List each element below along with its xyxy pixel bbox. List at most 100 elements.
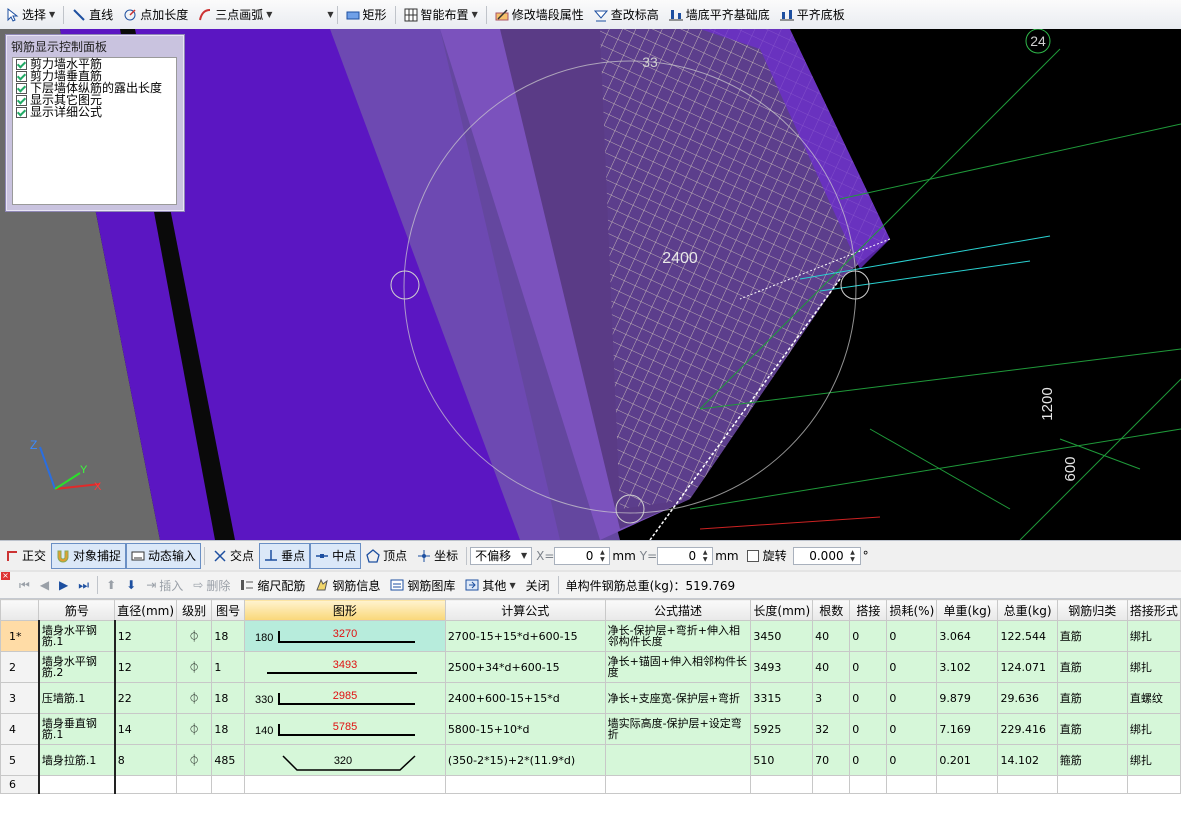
empty-cell[interactable] xyxy=(812,775,851,794)
shape-cell[interactable]: 330 2985 xyxy=(243,682,446,714)
length-cell[interactable]: 3493 xyxy=(750,651,814,683)
ortho-button[interactable]: 正交 xyxy=(0,543,51,569)
col-header[interactable]: 公式描述 xyxy=(604,599,752,621)
category-cell[interactable]: 直筋 xyxy=(1056,620,1128,652)
empty-cell[interactable] xyxy=(1056,775,1128,794)
unit-weight-cell[interactable]: 7.169 xyxy=(936,713,999,745)
description-cell[interactable]: 净长-保护层+弯折+伸入相邻构件长度 xyxy=(604,620,752,652)
col-header[interactable]: 搭接形式 xyxy=(1126,599,1181,621)
modify-wall-attr-button[interactable]: 修改墙段属性 xyxy=(490,2,589,28)
description-cell[interactable]: 净长+锚固+伸入相邻构件长度 xyxy=(604,651,752,683)
empty-cell[interactable] xyxy=(997,775,1058,794)
count-cell[interactable]: 40 xyxy=(812,620,851,652)
close-icon[interactable]: × xyxy=(1,572,10,580)
shape-cell[interactable]: 320 xyxy=(243,744,446,776)
row-number[interactable]: 1* xyxy=(0,620,40,652)
col-header[interactable]: 直径(mm) xyxy=(114,599,178,621)
category-cell[interactable]: 直筋 xyxy=(1056,651,1128,683)
rotate-checkbox[interactable] xyxy=(746,549,759,562)
shape-cell[interactable]: 140 5785 xyxy=(243,713,446,745)
count-cell[interactable]: 3 xyxy=(812,682,851,714)
diameter-cell[interactable]: 12 xyxy=(114,620,178,652)
figure-no-cell[interactable]: 18 xyxy=(211,620,245,652)
next-record-button[interactable]: ▶ xyxy=(54,572,73,598)
diameter-cell[interactable]: 14 xyxy=(114,713,178,745)
move-down-button[interactable]: ⬇ xyxy=(121,572,141,598)
move-up-button[interactable]: ⬆ xyxy=(101,572,121,598)
last-record-button[interactable]: ⏭ xyxy=(73,572,94,598)
bar-name-cell[interactable]: 墙身垂直钢筋.1 xyxy=(38,713,116,745)
row-number[interactable]: 3 xyxy=(0,682,40,714)
diameter-cell[interactable]: 12 xyxy=(114,651,178,683)
figure-no-cell[interactable]: 485 xyxy=(211,744,245,776)
col-header[interactable]: 总重(kg) xyxy=(997,599,1058,621)
empty-cell[interactable] xyxy=(936,775,999,794)
other-menu-button[interactable]: 其他 ▼ xyxy=(460,572,520,598)
col-header-shape[interactable]: 图形 xyxy=(243,599,446,621)
figure-no-cell[interactable]: 18 xyxy=(211,713,245,745)
count-cell[interactable]: 32 xyxy=(812,713,851,745)
table-row-empty[interactable]: 6 xyxy=(0,775,1181,794)
y-offset-input[interactable]: 0 ▲ ▼ xyxy=(657,546,714,565)
count-cell[interactable]: 40 xyxy=(812,651,851,683)
row-number[interactable]: 6 xyxy=(0,775,40,794)
empty-cell[interactable] xyxy=(849,775,888,794)
diameter-cell[interactable]: 22 xyxy=(114,682,178,714)
lap-type-cell[interactable]: 绑扎 xyxy=(1126,651,1181,683)
insert-button[interactable]: ⇥ 插入 xyxy=(141,572,188,598)
empty-cell[interactable] xyxy=(243,775,446,794)
figure-no-cell[interactable]: 18 xyxy=(211,682,245,714)
rotate-input[interactable]: 0.000 ▲ ▼ xyxy=(792,546,861,565)
select-button[interactable]: 选择 ▼ xyxy=(0,2,60,28)
grade-cell[interactable]: ⏀ xyxy=(176,620,213,652)
bar-name-cell[interactable]: 墙身水平钢筋.1 xyxy=(38,620,116,652)
unit-weight-cell[interactable]: 0.201 xyxy=(936,744,999,776)
category-cell[interactable]: 直筋 xyxy=(1056,682,1128,714)
lap-cell[interactable]: 0 xyxy=(849,651,888,683)
diameter-cell[interactable]: 8 xyxy=(114,744,178,776)
empty-cell[interactable] xyxy=(176,775,213,794)
total-weight-cell[interactable]: 122.544 xyxy=(997,620,1058,652)
empty-cell[interactable] xyxy=(444,775,606,794)
empty-cell[interactable] xyxy=(1126,775,1181,794)
row-number[interactable]: 4 xyxy=(0,713,40,745)
formula-cell[interactable]: 2400+600-15+15*d xyxy=(444,682,606,714)
intersection-button[interactable]: 交点 xyxy=(208,543,259,569)
align-foundation-button[interactable]: 墙底平齐基础底 xyxy=(664,2,775,28)
table-row[interactable]: 5 墙身拉筋.1 8 ⏀ 485 320 (350-2*15)+2*(11.9*d) 510 7… xyxy=(0,744,1181,776)
smart-layout-button[interactable]: 智能布置 ▼ xyxy=(399,2,483,28)
scale-rebar-button[interactable]: 缩尺配筋 xyxy=(235,572,310,598)
lap-cell[interactable]: 0 xyxy=(849,620,888,652)
col-header[interactable]: 单重(kg) xyxy=(936,599,999,621)
table-row[interactable]: 1* 墙身水平钢筋.1 12 ⏀ 18 180 3270 2700-15+15*d+600-1… xyxy=(0,620,1181,652)
shape-cell[interactable]: 180 3270 xyxy=(243,620,446,652)
total-weight-cell[interactable]: 229.416 xyxy=(997,713,1058,745)
col-header[interactable]: 钢筋归类 xyxy=(1056,599,1128,621)
loss-cell[interactable]: 0 xyxy=(886,713,938,745)
total-weight-cell[interactable]: 29.636 xyxy=(997,682,1058,714)
loss-cell[interactable]: 0 xyxy=(886,620,938,652)
col-header[interactable]: 长度(mm) xyxy=(750,599,814,621)
table-row[interactable]: 2 墙身水平钢筋.2 12 ⏀ 1 3493 2500+34*d+600-15 净长+锚固+伸… xyxy=(0,651,1181,683)
unit-weight-cell[interactable]: 3.102 xyxy=(936,651,999,683)
dynamic-input-button[interactable]: 动态输入 xyxy=(126,542,202,569)
rect-button[interactable]: 矩形 xyxy=(341,2,392,28)
spinner-icon[interactable]: ▲ ▼ xyxy=(699,549,711,563)
empty-cell[interactable] xyxy=(886,775,938,794)
description-cell[interactable] xyxy=(604,744,752,776)
lap-type-cell[interactable]: 绑扎 xyxy=(1126,620,1181,652)
col-header[interactable]: 计算公式 xyxy=(444,599,606,621)
close-grid-button[interactable]: 关闭 xyxy=(521,572,555,598)
object-snap-button[interactable]: 对象捕捉 xyxy=(51,542,127,569)
grade-cell[interactable]: ⏀ xyxy=(176,744,213,776)
formula-cell[interactable]: (350-2*15)+2*(11.9*d) xyxy=(444,744,606,776)
row-number[interactable]: 5 xyxy=(0,744,40,776)
row-number[interactable]: 2 xyxy=(0,651,40,683)
description-cell[interactable]: 墙实际高度-保护层+设定弯折 xyxy=(604,713,752,745)
category-cell[interactable]: 直筋 xyxy=(1056,713,1128,745)
x-offset-input[interactable]: 0 ▲ ▼ xyxy=(554,546,611,565)
formula-cell[interactable]: 2700-15+15*d+600-15 xyxy=(444,620,606,652)
description-cell[interactable]: 净长+支座宽-保护层+弯折 xyxy=(604,682,752,714)
length-cell[interactable]: 3315 xyxy=(750,682,814,714)
prev-record-button[interactable]: ◀ xyxy=(35,572,54,598)
